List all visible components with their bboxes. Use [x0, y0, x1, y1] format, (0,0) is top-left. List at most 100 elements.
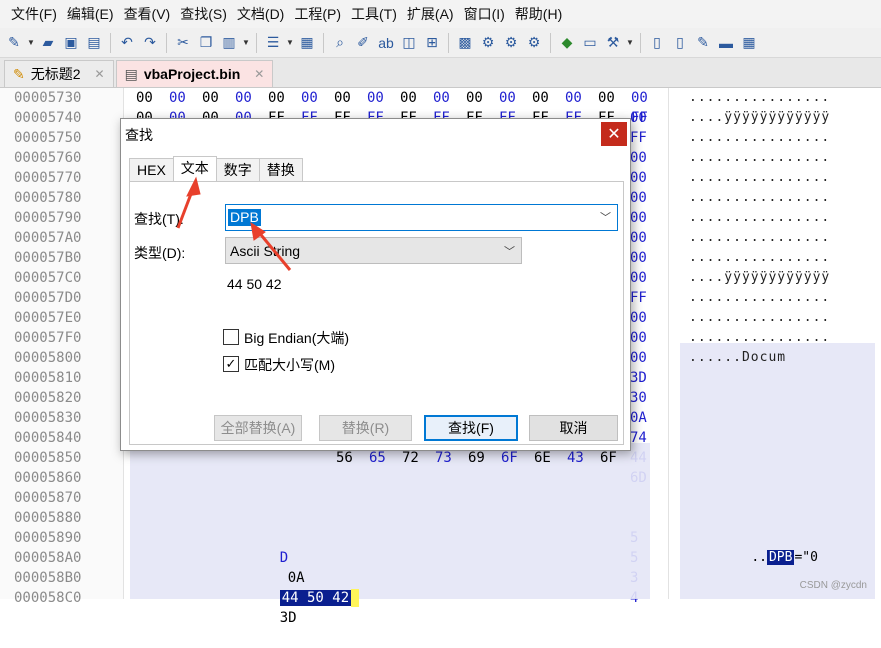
menu-item[interactable]: 工程(P): [289, 0, 346, 28]
hex-byte[interactable]: 56: [336, 448, 369, 468]
hex-byte[interactable]: 00: [466, 88, 499, 108]
hex-byte[interactable]: 00: [630, 148, 647, 168]
match-case-label[interactable]: 匹配大小写(M): [244, 355, 335, 375]
panel-right-icon[interactable]: ▯: [670, 33, 690, 53]
undo-icon[interactable]: ↶: [117, 33, 137, 53]
ascii-row[interactable]: ................: [689, 188, 830, 208]
replace-all-button[interactable]: 全部替换(A): [214, 415, 302, 441]
panel-left-icon[interactable]: ▯: [647, 33, 667, 53]
hex-byte[interactable]: 65: [369, 448, 402, 468]
chevron-down-icon[interactable]: ﹀: [600, 209, 611, 225]
hex-byte[interactable]: 00: [630, 348, 647, 368]
ascii-row[interactable]: ....ÿÿÿÿÿÿÿÿÿÿÿÿ: [689, 268, 830, 288]
hex-byte[interactable]: 43: [567, 448, 600, 468]
close-icon[interactable]: ✕: [95, 67, 105, 81]
tab-vbaproject[interactable]: ▤ vbaProject.bin ✕: [115, 60, 274, 87]
ascii-row[interactable]: ....ÿÿÿÿÿÿÿÿÿÿÿÿ: [689, 108, 830, 128]
menu-item[interactable]: 窗口(I): [459, 0, 510, 28]
hex-row[interactable]: 56 65 72 73 69 6F 6E 43 6F: [336, 448, 633, 468]
layout-icon[interactable]: ▦: [739, 33, 759, 53]
hex-byte[interactable]: FF: [630, 128, 647, 148]
hex-byte[interactable]: 00: [532, 88, 565, 108]
ascii-row[interactable]: ................: [689, 128, 830, 148]
hex-byte[interactable]: 00: [268, 88, 301, 108]
menu-item[interactable]: 工具(T): [346, 0, 402, 28]
hex-view-icon[interactable]: ▩: [455, 33, 475, 53]
edit-icon[interactable]: ✐: [353, 33, 373, 53]
window-icon[interactable]: ▭: [580, 33, 600, 53]
tab-number[interactable]: 数字: [215, 158, 260, 182]
chevron-down-icon[interactable]: ▼: [27, 38, 35, 47]
tab-text[interactable]: 文本: [172, 156, 217, 183]
hex-byte[interactable]: 73: [435, 448, 468, 468]
ascii-row[interactable]: ......Docum: [689, 348, 786, 368]
debug-step-icon[interactable]: ⚙: [501, 33, 521, 53]
hex-byte[interactable]: 00: [367, 88, 400, 108]
hex-byte[interactable]: 00: [630, 168, 647, 188]
hex-byte[interactable]: 00: [499, 88, 532, 108]
hex-match-row[interactable]: D 0A 44 50 42 3D: [246, 528, 360, 626]
hex-byte[interactable]: 00: [565, 88, 598, 108]
chevron-down-icon[interactable]: ﹀: [504, 243, 515, 259]
menu-item[interactable]: 文档(D): [232, 0, 289, 28]
open-folder-icon[interactable]: ▰: [38, 33, 58, 53]
tab-untitled2[interactable]: ✎ 无标题2 ✕: [4, 60, 114, 87]
hex-byte[interactable]: 00: [202, 88, 235, 108]
menu-item[interactable]: 查看(V): [119, 0, 176, 28]
cut-icon[interactable]: ✂: [173, 33, 193, 53]
save-all-icon[interactable]: ▤: [84, 33, 104, 53]
hex-byte[interactable]: 30: [630, 388, 647, 408]
hammer-icon[interactable]: ⚒: [603, 33, 623, 53]
format-icon[interactable]: ☰: [263, 33, 283, 53]
hex-byte[interactable]: 00: [630, 328, 647, 348]
hex-byte[interactable]: 00: [433, 88, 466, 108]
chevron-down-icon[interactable]: ▼: [626, 38, 634, 47]
hex-byte[interactable]: 00: [235, 88, 268, 108]
structure-icon[interactable]: ⊞: [422, 33, 442, 53]
find-icon[interactable]: ⌕: [330, 33, 350, 53]
console-icon[interactable]: ▬: [716, 33, 736, 53]
menu-item[interactable]: 编辑(E): [62, 0, 119, 28]
cancel-button[interactable]: 取消: [529, 415, 618, 441]
close-icon[interactable]: ✕: [254, 67, 264, 81]
hex-byte[interactable]: 69: [468, 448, 501, 468]
hex-byte[interactable]: 00: [136, 88, 169, 108]
ascii-row[interactable]: ................: [689, 308, 830, 328]
ascii-row[interactable]: ................: [689, 228, 830, 248]
find-button[interactable]: 查找(F): [424, 415, 518, 441]
match-case-checkbox[interactable]: ✓: [223, 356, 239, 372]
hex-byte[interactable]: 3D: [630, 368, 647, 388]
ascii-row[interactable]: ................: [689, 148, 830, 168]
notes-icon[interactable]: ✎: [693, 33, 713, 53]
hex-byte[interactable]: 72: [402, 448, 435, 468]
ascii-row[interactable]: ................: [689, 88, 830, 108]
hex-byte[interactable]: 00: [334, 88, 367, 108]
hex-row[interactable]: 00 00 00 00 00 00 00 00 00 00 00 00 00 00 00 00: [136, 88, 664, 108]
close-icon[interactable]: ✕: [601, 122, 627, 146]
type-select[interactable]: Ascii String ﹀: [225, 237, 522, 264]
hex-byte[interactable]: 00: [630, 188, 647, 208]
ascii-row[interactable]: ................: [689, 168, 830, 188]
new-file-icon[interactable]: ✎: [4, 33, 24, 53]
plugin-icon[interactable]: ◆: [557, 33, 577, 53]
paste-icon[interactable]: ▥: [219, 33, 239, 53]
hex-byte[interactable]: 00: [630, 228, 647, 248]
ascii-row[interactable]: ................: [689, 208, 830, 228]
hex-byte[interactable]: 00: [301, 88, 334, 108]
hex-selection[interactable]: 44 50 42: [279, 590, 352, 606]
hex-byte[interactable]: 6E: [534, 448, 567, 468]
menu-item[interactable]: 查找(S): [175, 0, 232, 28]
find-in-files-icon[interactable]: ◫: [399, 33, 419, 53]
tab-hex[interactable]: HEX: [129, 158, 174, 182]
menu-item[interactable]: 扩展(A): [402, 0, 459, 28]
big-endian-checkbox[interactable]: [223, 329, 239, 345]
ascii-row[interactable]: ................: [689, 248, 830, 268]
ascii-pane[interactable]: ................ ....ÿÿÿÿÿÿÿÿÿÿÿÿ........…: [668, 88, 881, 599]
hex-byte[interactable]: 00: [630, 108, 647, 128]
find-input[interactable]: DPB ﹀: [225, 204, 618, 231]
replace-button[interactable]: 替换(R): [319, 415, 412, 441]
hex-byte[interactable]: 00: [630, 248, 647, 268]
chevron-down-icon[interactable]: ▼: [286, 38, 294, 47]
ascii-row[interactable]: ................: [689, 328, 830, 348]
hex-byte[interactable]: 0A: [630, 408, 647, 428]
